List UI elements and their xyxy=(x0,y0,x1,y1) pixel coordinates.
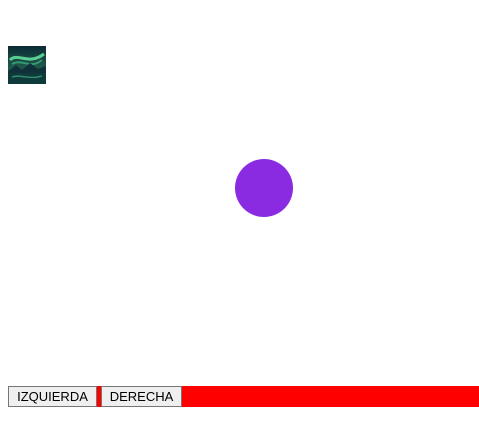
control-bar: IZQUIERDA DERECHA xyxy=(8,386,479,407)
aurora-landscape-icon xyxy=(8,46,46,84)
aurora-thumbnail-image xyxy=(8,46,46,84)
right-button[interactable]: DERECHA xyxy=(101,386,182,407)
left-button[interactable]: IZQUIERDA xyxy=(8,386,97,407)
purple-ball xyxy=(235,159,293,217)
